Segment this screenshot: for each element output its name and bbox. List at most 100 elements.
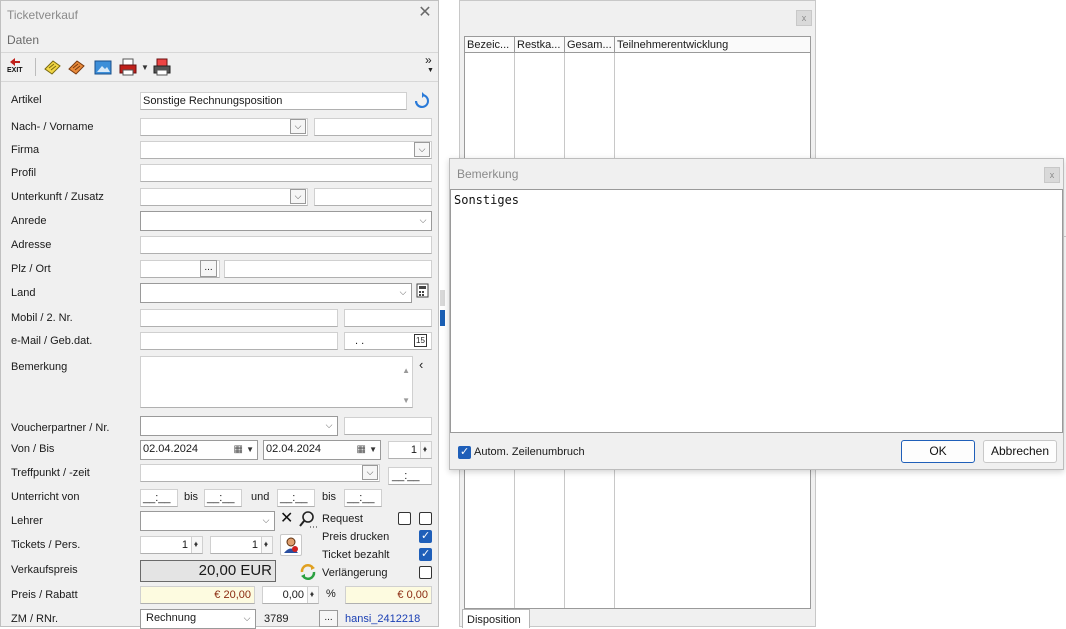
label-email: e-Mail / Geb.dat.: [11, 335, 93, 347]
scroll-up-icon[interactable]: ▲: [402, 363, 410, 379]
chevron-down-icon[interactable]: ⌵: [415, 212, 431, 228]
request-checkbox-1[interactable]: [398, 512, 411, 525]
word-wrap-checkbox[interactable]: [458, 445, 471, 459]
firma-combo[interactable]: ⌵: [140, 141, 432, 159]
column-header-gesamt[interactable]: Gesam...: [565, 37, 615, 53]
clear-icon[interactable]: ✕: [280, 511, 293, 527]
chevron-down-icon[interactable]: ⌵: [362, 465, 378, 480]
persons-stepper[interactable]: 1: [210, 536, 273, 554]
chevron-down-icon[interactable]: ⌵: [290, 189, 306, 204]
chevron-down-icon[interactable]: ⌵: [414, 142, 430, 157]
chevron-down-icon[interactable]: ⌵: [239, 610, 255, 626]
calculator-icon[interactable]: [416, 283, 430, 299]
zweite-nr-field[interactable]: [344, 309, 432, 327]
days-stepper[interactable]: 1: [388, 441, 432, 459]
geb-dat-value: . .: [355, 335, 365, 347]
print-button[interactable]: [118, 57, 138, 77]
chevron-down-icon[interactable]: ⌵: [395, 284, 411, 300]
print-ticket-button[interactable]: [152, 57, 172, 77]
chevron-down-icon[interactable]: ⌵: [258, 512, 274, 528]
tickets-stepper[interactable]: 1: [140, 536, 203, 554]
treffpunkt-combo[interactable]: ⌵: [140, 464, 380, 482]
mobil-field[interactable]: [140, 309, 338, 327]
label-adresse: Adresse: [11, 239, 52, 251]
calendar-icon[interactable]: 15: [414, 334, 427, 347]
verkaufspreis-display: 20,00 EUR: [140, 560, 276, 582]
adresse-field[interactable]: [140, 236, 432, 254]
rabatt-stepper[interactable]: 0,00: [262, 586, 319, 604]
calendar-icon[interactable]: ▦: [357, 442, 366, 458]
preis-field[interactable]: € 20,00: [140, 586, 255, 604]
refresh-icon[interactable]: [413, 92, 431, 110]
chevron-down-icon[interactable]: ⌵: [321, 417, 337, 433]
unterricht-start-1[interactable]: __:__: [140, 489, 178, 507]
column-header-teilnehmerentwicklung[interactable]: Teilnehmerentwicklung: [615, 37, 811, 53]
zahlungsmittel-select[interactable]: Rechnung ⌵: [140, 609, 256, 629]
vorname-field[interactable]: [314, 118, 432, 136]
close-icon[interactable]: ✕: [417, 5, 433, 22]
profil-field[interactable]: [140, 164, 432, 182]
exit-button[interactable]: EXIT: [6, 57, 26, 77]
zusatz-field[interactable]: [314, 188, 432, 206]
chevron-down-icon[interactable]: ▼: [369, 442, 377, 458]
chevron-down-icon[interactable]: ▼: [427, 67, 434, 74]
spin-buttons[interactable]: [261, 537, 272, 553]
folder-button[interactable]: [93, 57, 113, 77]
person-button[interactable]: [280, 534, 302, 556]
label-land: Land: [11, 287, 36, 299]
label-name: Nach- / Vorname: [11, 121, 94, 133]
ticket-orange-button[interactable]: [67, 57, 87, 77]
spin-buttons[interactable]: [307, 587, 318, 603]
unterricht-end-2[interactable]: __:__: [344, 489, 382, 507]
cancel-button[interactable]: Abbrechen: [983, 440, 1057, 463]
recalculate-icon[interactable]: [299, 563, 317, 581]
search-icon[interactable]: [298, 510, 318, 530]
treffzeit-field[interactable]: __:__: [388, 467, 432, 485]
scroll-down-icon[interactable]: ▼: [402, 393, 410, 407]
unterricht-end-1[interactable]: __:__: [204, 489, 242, 507]
bis-date-picker[interactable]: 02.04.2024 ▦ ▼: [263, 440, 381, 460]
rabatt-value: 0,00: [282, 589, 304, 601]
voucherpartner-select[interactable]: ⌵: [140, 416, 338, 436]
rabatt-amount-field[interactable]: € 0,00: [345, 586, 432, 604]
tab-disposition[interactable]: Disposition: [462, 609, 530, 628]
column-header-restkapazitaet[interactable]: Restka...: [515, 37, 565, 53]
unterkunft-field[interactable]: ⌵: [140, 188, 308, 206]
rnr-lookup-button[interactable]: ...: [319, 610, 338, 627]
calendar-icon[interactable]: ▦: [234, 442, 243, 458]
chevron-down-icon[interactable]: ⌵: [290, 119, 306, 134]
voucher-nr-field[interactable]: [344, 417, 432, 435]
anrede-select[interactable]: ⌵: [140, 211, 432, 231]
spin-buttons[interactable]: [191, 537, 202, 553]
land-select[interactable]: ⌵: [140, 283, 412, 303]
user-link[interactable]: hansi_2412218: [345, 613, 420, 625]
request-checkbox-2[interactable]: [419, 512, 432, 525]
menu-daten[interactable]: Daten: [7, 33, 39, 47]
toolbar-overflow[interactable]: »: [425, 53, 432, 67]
ort-field[interactable]: [224, 260, 432, 278]
bemerkung-text-area[interactable]: Sonstiges: [450, 189, 1063, 433]
label-lehrer: Lehrer: [11, 515, 43, 527]
lehrer-select[interactable]: ⌵: [140, 511, 275, 531]
verlaengerung-checkbox[interactable]: [419, 566, 432, 579]
close-icon[interactable]: x: [796, 10, 812, 26]
chevron-down-icon[interactable]: ▼: [141, 63, 149, 72]
column-header-bezeichnung[interactable]: Bezeic...: [465, 37, 515, 53]
ticket-yellow-button[interactable]: [43, 57, 63, 77]
close-icon[interactable]: x: [1044, 167, 1060, 183]
collapse-icon[interactable]: ‹: [419, 357, 423, 372]
preis-drucken-checkbox[interactable]: [419, 529, 432, 543]
chevron-down-icon[interactable]: ▼: [246, 442, 254, 458]
unterricht-start-2[interactable]: __:__: [277, 489, 315, 507]
artikel-field[interactable]: Sonstige Rechnungsposition: [140, 92, 407, 110]
plz-lookup-button[interactable]: ...: [200, 260, 217, 277]
bemerkung-textarea[interactable]: ▲ ▼: [140, 356, 413, 408]
von-date-picker[interactable]: 02.04.2024 ▦ ▼: [140, 440, 258, 460]
ok-button[interactable]: OK: [901, 440, 975, 463]
email-field[interactable]: [140, 332, 338, 350]
spin-buttons[interactable]: [420, 442, 431, 458]
printer-icon: [119, 58, 137, 76]
zm-value: Rechnung: [146, 612, 197, 624]
ticket-bezahlt-checkbox[interactable]: [419, 547, 432, 561]
nachname-field[interactable]: ⌵: [140, 118, 308, 136]
